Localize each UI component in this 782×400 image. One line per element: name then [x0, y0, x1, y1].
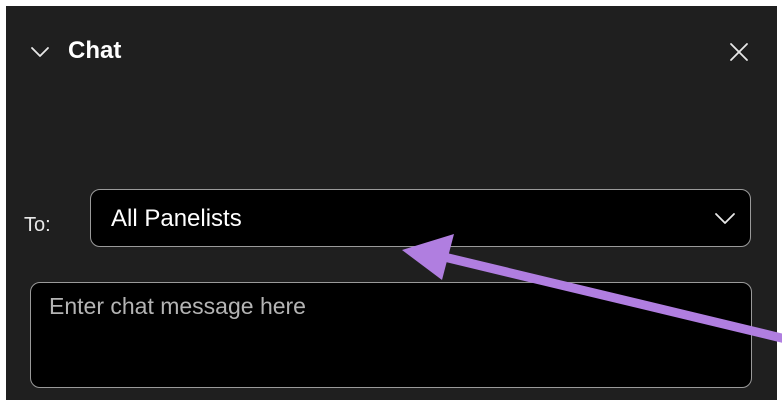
chevron-down-icon	[715, 213, 735, 224]
recipient-dropdown[interactable]: All Panelists	[90, 189, 751, 247]
chevron-down-icon	[31, 47, 49, 57]
close-icon	[730, 43, 748, 61]
chat-panel: Chat To: All Panelists	[6, 6, 777, 400]
close-chat-button[interactable]	[726, 39, 752, 65]
chat-message-input[interactable]	[30, 282, 752, 388]
collapse-chat-button[interactable]	[28, 40, 52, 64]
recipient-label: To:	[24, 214, 51, 236]
recipient-selected-value: All Panelists	[111, 205, 242, 232]
chat-header: Chat	[6, 6, 777, 96]
panel-title: Chat	[68, 37, 122, 64]
